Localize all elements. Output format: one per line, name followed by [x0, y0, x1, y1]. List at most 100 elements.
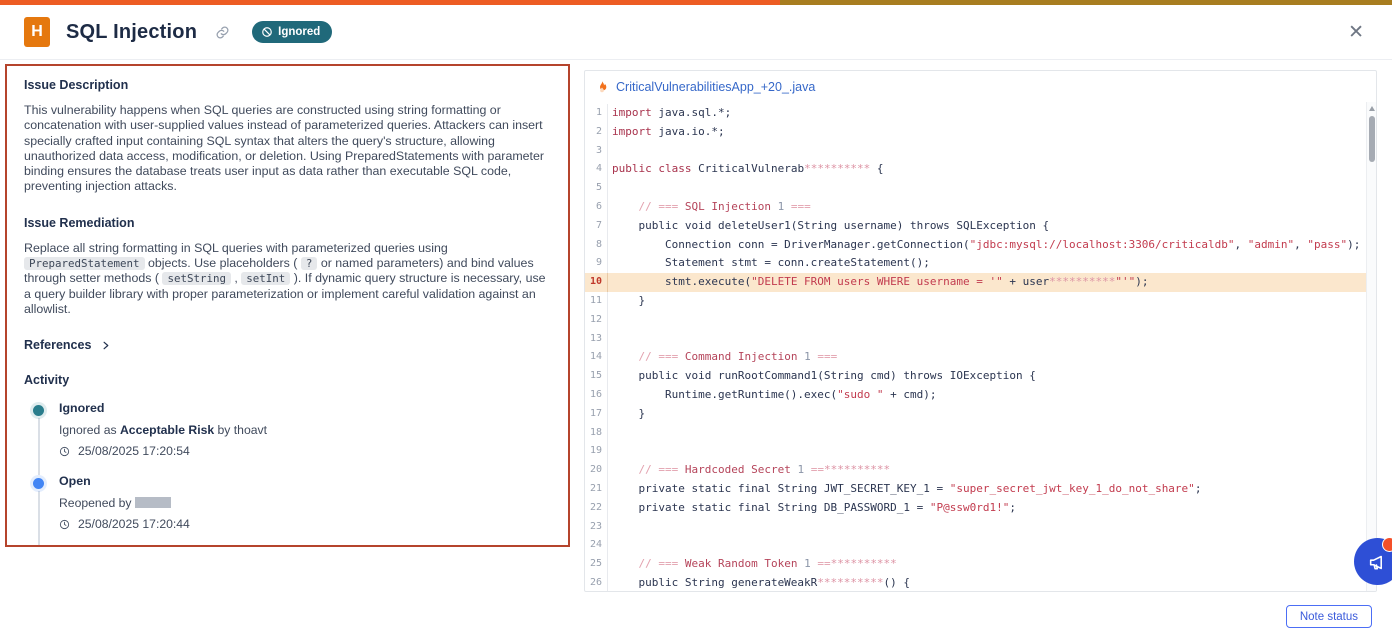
line-number[interactable]: 9 — [585, 254, 608, 273]
description-heading: Issue Description — [24, 78, 551, 92]
code-line: 16 Runtime.getRuntime().exec("sudo " + c… — [585, 386, 1376, 405]
line-number[interactable]: 26 — [585, 574, 608, 592]
line-number[interactable]: 16 — [585, 386, 608, 405]
timeline-dot — [33, 405, 44, 416]
line-content: } — [608, 405, 1376, 424]
activity-timestamp: 25/08/2025 17:20:54 — [59, 444, 551, 458]
prohibited-icon — [261, 26, 273, 38]
line-content — [608, 179, 1376, 198]
copy-link-icon[interactable] — [215, 25, 230, 40]
line-number[interactable]: 3 — [585, 142, 608, 161]
line-number[interactable]: 6 — [585, 198, 608, 217]
line-number[interactable]: 21 — [585, 480, 608, 499]
line-content: import java.sql.*; — [608, 104, 1376, 123]
activity-detail: Ignored as Acceptable Risk by thoavt — [59, 423, 551, 437]
line-number[interactable]: 18 — [585, 424, 608, 443]
activity-item: Ignored Ignored as Acceptable Risk by tho… — [33, 401, 551, 474]
line-content: public void runRootCommand1(String cmd) … — [608, 367, 1376, 386]
code-scrollbar[interactable] — [1366, 102, 1376, 591]
remediation-text: Replace all string formatting in SQL que… — [24, 241, 551, 317]
line-number[interactable]: 20 — [585, 461, 608, 480]
line-content: private static final String DB_PASSWORD_… — [608, 499, 1376, 518]
code-line: 8 Connection conn = DriverManager.getCon… — [585, 236, 1376, 255]
code-file-header: CriticalVulnerabilitiesApp_+20_.java — [585, 71, 1376, 102]
clock-icon — [59, 519, 70, 530]
code-line: 18 — [585, 424, 1376, 443]
code-line: 5 — [585, 179, 1376, 198]
references-toggle[interactable]: References — [24, 338, 551, 352]
code-line: 1import java.sql.*; — [585, 104, 1376, 123]
line-number[interactable]: 2 — [585, 123, 608, 142]
line-number[interactable]: 22 — [585, 499, 608, 518]
timeline-rail — [38, 491, 40, 547]
redacted-username — [135, 497, 171, 508]
line-content: stmt.execute("DELETE FROM users WHERE us… — [608, 273, 1376, 292]
line-number[interactable]: 25 — [585, 555, 608, 574]
line-number[interactable]: 24 — [585, 536, 608, 555]
line-content — [608, 442, 1376, 461]
code-line: 19 — [585, 442, 1376, 461]
status-badge[interactable]: Ignored — [252, 21, 332, 43]
line-content — [608, 142, 1376, 161]
code-line: 22 private static final String DB_PASSWO… — [585, 499, 1376, 518]
line-number[interactable]: 1 — [585, 104, 608, 123]
line-number[interactable]: 13 — [585, 330, 608, 349]
line-content: // === Command Injection 1 === — [608, 348, 1376, 367]
activity-item: OpenReopened by 25/08/2025 17:20:44 — [33, 474, 551, 547]
close-icon[interactable]: ✕ — [1344, 19, 1368, 46]
line-number[interactable]: 17 — [585, 405, 608, 424]
activity-timeline: Ignored Ignored as Acceptable Risk by tho… — [33, 401, 551, 547]
scrollbar-up-arrow-icon[interactable] — [1369, 106, 1375, 111]
line-content: public void deleteUser1(String username)… — [608, 217, 1376, 236]
issue-header: H SQL Injection Ignored ✕ — [0, 5, 1392, 60]
activity-status: Open — [59, 474, 551, 488]
references-label: References — [24, 338, 91, 352]
code-line: 15 public void runRootCommand1(String cm… — [585, 367, 1376, 386]
timeline-rail — [38, 418, 40, 475]
line-number[interactable]: 23 — [585, 518, 608, 537]
file-name-link[interactable]: CriticalVulnerabilitiesApp_+20_.java — [616, 80, 815, 94]
line-number[interactable]: 10 — [585, 273, 608, 292]
line-number[interactable]: 5 — [585, 179, 608, 198]
status-badge-label: Ignored — [278, 26, 320, 38]
line-content — [608, 311, 1376, 330]
clock-icon — [59, 446, 70, 457]
line-content: // === Hardcoded Secret 1 ==********** — [608, 461, 1376, 480]
line-content: } — [608, 292, 1376, 311]
notification-badge — [1382, 537, 1392, 552]
code-line: 23 — [585, 518, 1376, 537]
line-number[interactable]: 7 — [585, 217, 608, 236]
line-number[interactable]: 12 — [585, 311, 608, 330]
code-line: 2import java.io.*; — [585, 123, 1376, 142]
scrollbar-thumb[interactable] — [1369, 116, 1375, 162]
inline-code-chip: setString — [162, 272, 231, 285]
note-status-button[interactable]: Note status — [1286, 605, 1372, 628]
line-number[interactable]: 8 — [585, 236, 608, 255]
code-line: 17 } — [585, 405, 1376, 424]
issue-details-panel: Issue Description This vulnerability hap… — [5, 64, 570, 547]
line-number[interactable]: 14 — [585, 348, 608, 367]
code-line: 3 — [585, 142, 1376, 161]
code-line: 12 — [585, 311, 1376, 330]
code-line: 25 // === Weak Random Token 1 ==********… — [585, 555, 1376, 574]
code-line: 11 } — [585, 292, 1376, 311]
line-number[interactable]: 11 — [585, 292, 608, 311]
description-text: This vulnerability happens when SQL quer… — [24, 103, 551, 195]
line-content: Statement stmt = conn.createStatement(); — [608, 254, 1376, 273]
line-content: private static final String JWT_SECRET_K… — [608, 480, 1376, 499]
line-number[interactable]: 4 — [585, 160, 608, 179]
inline-code-chip: PreparedStatement — [24, 257, 145, 270]
line-content — [608, 424, 1376, 443]
line-content — [608, 536, 1376, 555]
chevron-right-icon — [100, 340, 111, 351]
code-line: 13 — [585, 330, 1376, 349]
line-content — [608, 518, 1376, 537]
code-line: 6 // === SQL Injection 1 === — [585, 198, 1376, 217]
code-line: 24 — [585, 536, 1376, 555]
code-line: 14 // === Command Injection 1 === — [585, 348, 1376, 367]
line-content: import java.io.*; — [608, 123, 1376, 142]
activity-status: Ignored — [59, 401, 551, 415]
line-number[interactable]: 15 — [585, 367, 608, 386]
code-viewer-panel: CriticalVulnerabilitiesApp_+20_.java 1im… — [584, 70, 1377, 592]
line-number[interactable]: 19 — [585, 442, 608, 461]
